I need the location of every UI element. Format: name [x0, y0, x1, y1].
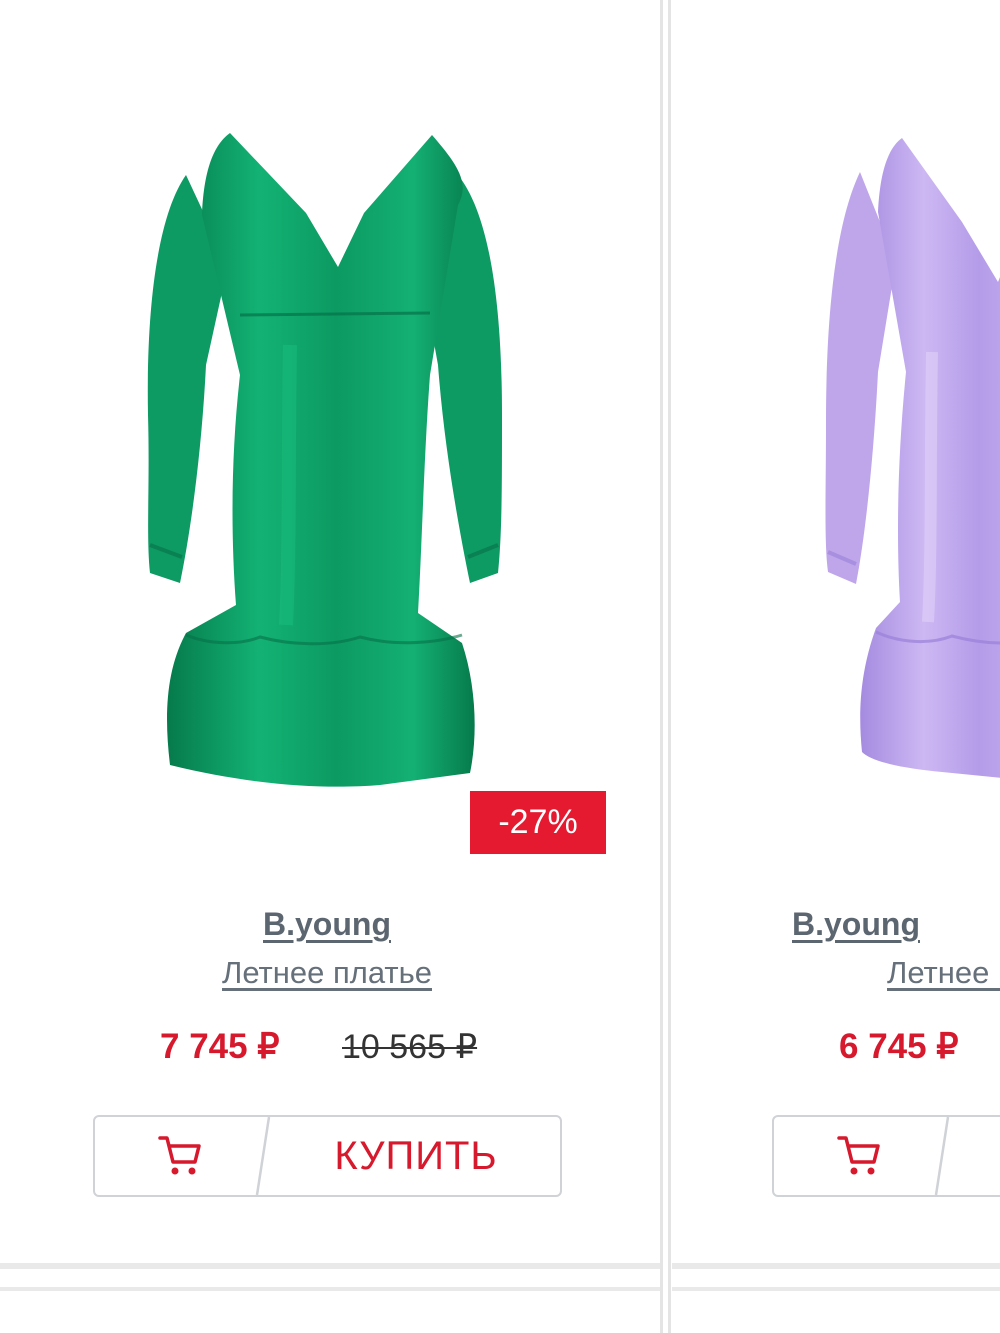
product-card[interactable]: -27% B.young Летнее платье 7 745 ₽ 10 56… — [0, 0, 660, 1266]
column-divider — [668, 0, 671, 1333]
old-price: 10 565 ₽ — [342, 1028, 478, 1066]
column-divider — [660, 0, 663, 1333]
dress-body — [167, 133, 475, 787]
discount-badge: -27% — [470, 791, 606, 854]
product-name-link[interactable]: Летнее платье — [887, 955, 1000, 991]
product-photo[interactable] — [140, 125, 520, 790]
add-to-cart-button[interactable] — [95, 1117, 265, 1195]
current-price: 6 745 ₽ — [839, 1027, 959, 1066]
shopping-cart-icon — [837, 1136, 880, 1175]
brand-link[interactable]: B.young — [792, 906, 992, 943]
product-grid: -27% B.young Летнее платье 7 745 ₽ 10 56… — [0, 0, 1000, 1333]
add-to-cart-button[interactable] — [774, 1117, 944, 1195]
buy-now-button[interactable]: КУПИТЬ — [271, 1117, 561, 1195]
product-photo[interactable] — [822, 132, 1000, 782]
buy-button-group: КУПИТЬ — [93, 1115, 562, 1197]
product-name-link[interactable]: Летнее платье — [127, 955, 527, 991]
shopping-cart-icon — [158, 1136, 201, 1175]
buy-button-group — [772, 1115, 1000, 1197]
brand-link[interactable]: B.young — [177, 906, 477, 943]
product-card[interactable]: B.young Летнее платье 6 745 ₽ — [672, 0, 1000, 1266]
row-divider — [0, 1287, 660, 1291]
row-divider — [672, 1287, 1000, 1291]
current-price: 7 745 ₽ — [160, 1027, 280, 1066]
